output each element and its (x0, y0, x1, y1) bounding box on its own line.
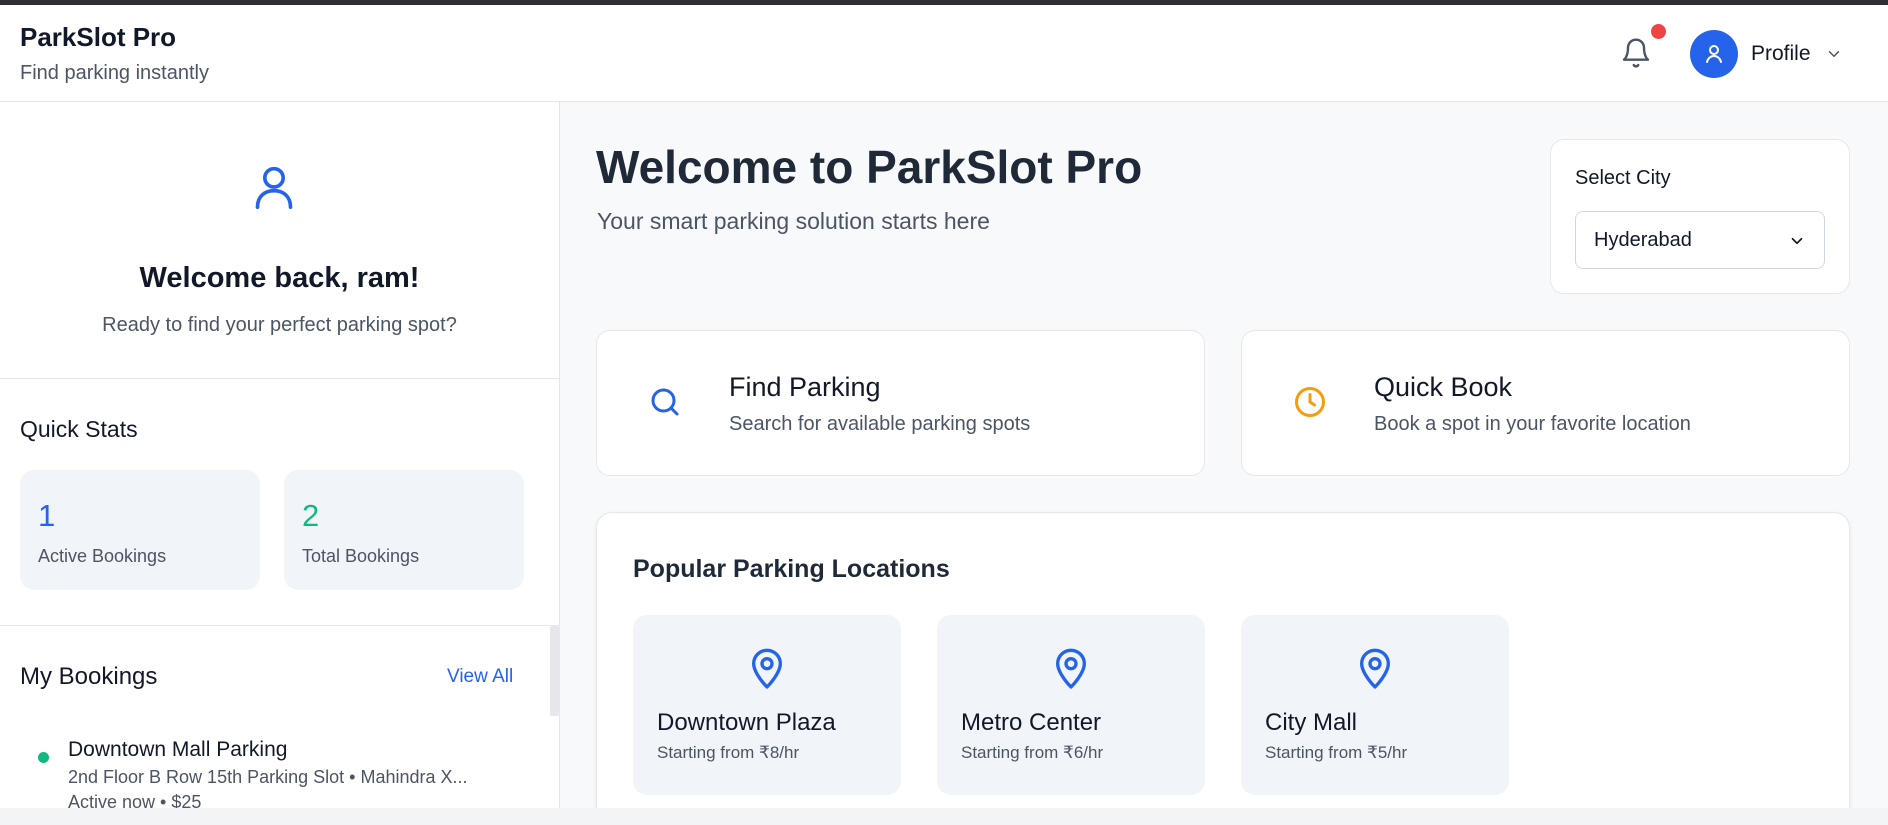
clock-icon (1295, 387, 1325, 417)
quick-stats-title: Quick Stats (20, 416, 138, 442)
user-icon (255, 166, 293, 209)
welcome-subtitle: Ready to find your perfect parking spot? (102, 314, 457, 336)
stat-value: 2 (302, 498, 320, 533)
popular-locations-title: Popular Parking Locations (633, 555, 950, 583)
booking-title: Downtown Mall Parking (68, 738, 288, 761)
location-price: Starting from ₹5/hr (1265, 743, 1408, 762)
location-card-downtown-plaza[interactable]: Downtown Plaza Starting from ₹8/hr (633, 615, 901, 795)
stat-card-active: 1 Active Bookings (20, 470, 260, 590)
location-card-metro-center[interactable]: Metro Center Starting from ₹6/hr (937, 615, 1205, 795)
bottom-strip (0, 808, 1888, 825)
quick-book-card[interactable]: Quick Book Book a spot in your favorite … (1241, 330, 1850, 476)
map-pin-icon (752, 648, 782, 689)
my-bookings-title: My Bookings (20, 663, 158, 690)
app-title: ParkSlot Pro (20, 22, 177, 52)
sidebar: Welcome back, ram! Ready to find your pe… (0, 102, 560, 825)
profile-label: Profile (1751, 42, 1811, 65)
booking-detail: 2nd Floor B Row 15th Parking Slot • Mahi… (68, 767, 468, 787)
welcome-title: Welcome back, ram! (139, 262, 420, 294)
quick-stats: Quick Stats 1 Active Bookings 2 Total Bo… (0, 380, 559, 626)
welcome-card: Welcome back, ram! Ready to find your pe… (0, 102, 559, 379)
page-title: Welcome to ParkSlot Pro (596, 141, 1143, 193)
city-select[interactable]: Hyderabad (1575, 211, 1825, 269)
page-subtitle: Your smart parking solution starts here (597, 208, 990, 234)
stat-value: 1 (38, 498, 56, 533)
user-icon (1706, 45, 1722, 63)
location-name: Metro Center (961, 709, 1102, 736)
map-pin-icon (1056, 648, 1086, 689)
action-title: Quick Book (1374, 372, 1513, 402)
stat-label: Active Bookings (38, 546, 167, 566)
city-selector-card: Select City Hyderabad (1550, 139, 1850, 294)
find-parking-card[interactable]: Find Parking Search for available parkin… (596, 330, 1205, 476)
action-title: Find Parking (729, 372, 881, 402)
city-select-value: Hyderabad (1594, 229, 1692, 251)
chevron-down-icon (1828, 51, 1839, 57)
action-subtitle: Search for available parking spots (729, 413, 1031, 435)
avatar (1690, 30, 1738, 78)
app-subtitle: Find parking instantly (20, 62, 209, 84)
view-all-link[interactable]: View All (447, 666, 513, 688)
location-price: Starting from ₹6/hr (961, 743, 1104, 762)
profile-menu[interactable]: Profile (1690, 29, 1843, 79)
city-label: Select City (1575, 167, 1671, 189)
stat-card-total: 2 Total Bookings (284, 470, 524, 590)
location-price: Starting from ₹8/hr (657, 743, 800, 762)
my-bookings: My Bookings View All Downtown Mall Parki… (0, 626, 559, 825)
bell-icon[interactable] (1620, 35, 1652, 71)
search-icon (651, 388, 679, 416)
status-dot (38, 752, 49, 763)
map-pin-icon (1360, 648, 1390, 689)
notification-dot (1651, 24, 1666, 39)
location-name: Downtown Plaza (657, 709, 836, 736)
scrollbar[interactable] (550, 626, 559, 716)
stat-label: Total Bookings (302, 546, 420, 566)
app-header: ParkSlot Pro Find parking instantly Prof… (0, 5, 1888, 102)
location-card-city-mall[interactable]: City Mall Starting from ₹5/hr (1241, 615, 1509, 795)
location-name: City Mall (1265, 709, 1358, 736)
action-subtitle: Book a spot in your favorite location (1374, 413, 1691, 435)
chevron-down-icon (1791, 237, 1803, 245)
popular-locations: Popular Parking Locations Downtown Plaza… (596, 512, 1850, 825)
